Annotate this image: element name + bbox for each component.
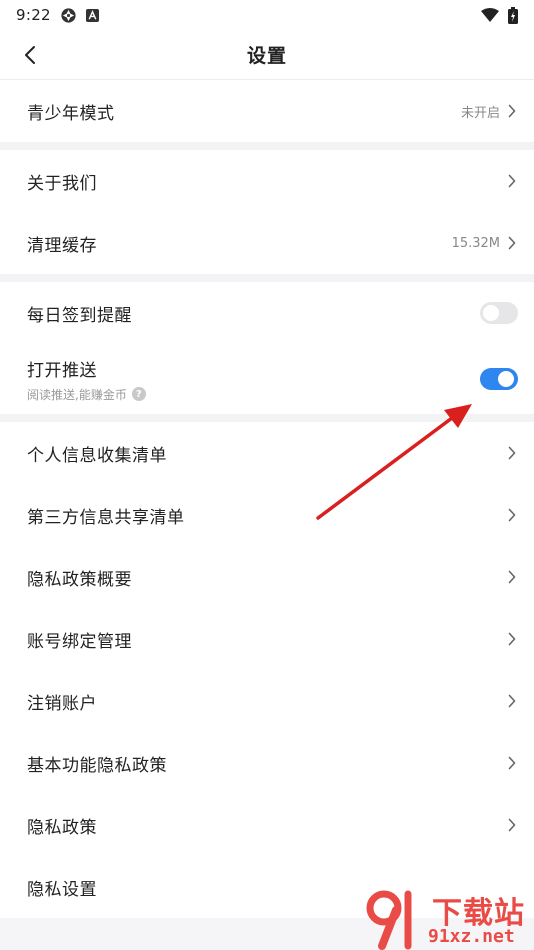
row-label: 隐私政策概要 bbox=[27, 569, 132, 590]
watermark-url: 91xz.net bbox=[428, 926, 515, 947]
row-about-us[interactable]: 关于我们 bbox=[0, 150, 534, 212]
status-bar: 9:22 bbox=[0, 0, 534, 30]
section-divider bbox=[0, 142, 534, 150]
chevron-right-icon bbox=[508, 632, 518, 646]
row-label: 隐私设置 bbox=[27, 879, 97, 900]
row-account-binding[interactable]: 账号绑定管理 bbox=[0, 608, 534, 670]
group-toggles: 每日签到提醒 打开推送 阅读推送,能赚金币 ? bbox=[0, 282, 534, 414]
row-label: 个人信息收集清单 bbox=[27, 445, 167, 466]
group-about: 关于我们 清理缓存 15.32M bbox=[0, 150, 534, 274]
push-subtitle: 阅读推送,能赚金币 ? bbox=[27, 386, 146, 403]
row-youth-mode[interactable]: 青少年模式 未开启 bbox=[0, 80, 534, 142]
help-question-icon[interactable]: ? bbox=[131, 387, 146, 401]
chevron-right-icon bbox=[508, 694, 518, 708]
row-left: 打开推送 阅读推送,能赚金币 ? bbox=[27, 356, 146, 403]
row-privacy-policy[interactable]: 隐私政策 bbox=[0, 794, 534, 856]
row-enable-push: 打开推送 阅读推送,能赚金币 ? bbox=[0, 344, 534, 414]
status-right bbox=[481, 6, 518, 24]
row-third-party-sharing-list[interactable]: 第三方信息共享清单 bbox=[0, 484, 534, 546]
row-label: 账号绑定管理 bbox=[27, 631, 132, 652]
row-label: 清理缓存 bbox=[27, 235, 97, 256]
chevron-right-icon bbox=[508, 570, 518, 584]
row-daily-checkin-reminder: 每日签到提醒 bbox=[0, 282, 534, 344]
youth-mode-status: 未开启 bbox=[460, 105, 500, 121]
battery-charging-icon bbox=[508, 6, 518, 24]
row-label: 打开推送 bbox=[27, 360, 97, 381]
group-youth: 青少年模式 未开启 bbox=[0, 80, 534, 142]
row-privacy-summary[interactable]: 隐私政策概要 bbox=[0, 546, 534, 608]
section-divider bbox=[0, 414, 534, 422]
sync-icon bbox=[60, 7, 77, 24]
row-right: 15.32M bbox=[452, 236, 518, 251]
chevron-right-icon bbox=[508, 756, 518, 770]
group-privacy: 个人信息收集清单 第三方信息共享清单 隐私政策概要 账号绑定管理 注销账户 基本… bbox=[0, 422, 534, 918]
page-title: 设置 bbox=[246, 45, 287, 67]
toggle-knob bbox=[498, 371, 514, 387]
chevron-right-icon bbox=[508, 818, 518, 832]
cache-size: 15.32M bbox=[451, 235, 500, 251]
row-label: 基本功能隐私政策 bbox=[27, 755, 167, 776]
row-privacy-settings[interactable]: 隐私设置 bbox=[0, 856, 534, 918]
row-clear-cache[interactable]: 清理缓存 15.32M bbox=[0, 212, 534, 274]
nav-bar: 设置 bbox=[0, 30, 534, 80]
chevron-right-icon bbox=[508, 446, 518, 460]
push-subtitle-text: 阅读推送,能赚金币 bbox=[27, 387, 127, 402]
status-left: 9:22 bbox=[16, 6, 99, 24]
chevron-right-icon bbox=[508, 236, 518, 250]
back-chevron-icon bbox=[25, 46, 35, 64]
row-personal-info-list[interactable]: 个人信息收集清单 bbox=[0, 422, 534, 484]
chevron-right-icon bbox=[508, 174, 518, 188]
row-label: 隐私政策 bbox=[27, 817, 97, 838]
push-toggle[interactable] bbox=[480, 368, 518, 390]
row-label: 每日签到提醒 bbox=[27, 305, 132, 326]
row-label: 关于我们 bbox=[27, 173, 97, 194]
row-right bbox=[508, 174, 518, 188]
back-button[interactable] bbox=[8, 30, 52, 80]
row-delete-account[interactable]: 注销账户 bbox=[0, 670, 534, 732]
chevron-right-icon bbox=[508, 104, 518, 118]
status-time: 9:22 bbox=[16, 6, 51, 24]
toggle-knob bbox=[483, 305, 499, 321]
row-label: 注销账户 bbox=[27, 693, 97, 714]
checkin-reminder-toggle[interactable] bbox=[480, 302, 518, 324]
row-basic-privacy-policy[interactable]: 基本功能隐私政策 bbox=[0, 732, 534, 794]
row-label: 青少年模式 bbox=[27, 103, 115, 124]
app-a-icon bbox=[85, 8, 99, 22]
section-divider bbox=[0, 274, 534, 282]
row-right: 未开启 bbox=[461, 102, 518, 121]
row-label: 第三方信息共享清单 bbox=[27, 507, 185, 528]
wifi-icon bbox=[481, 8, 499, 22]
chevron-right-icon bbox=[508, 508, 518, 522]
